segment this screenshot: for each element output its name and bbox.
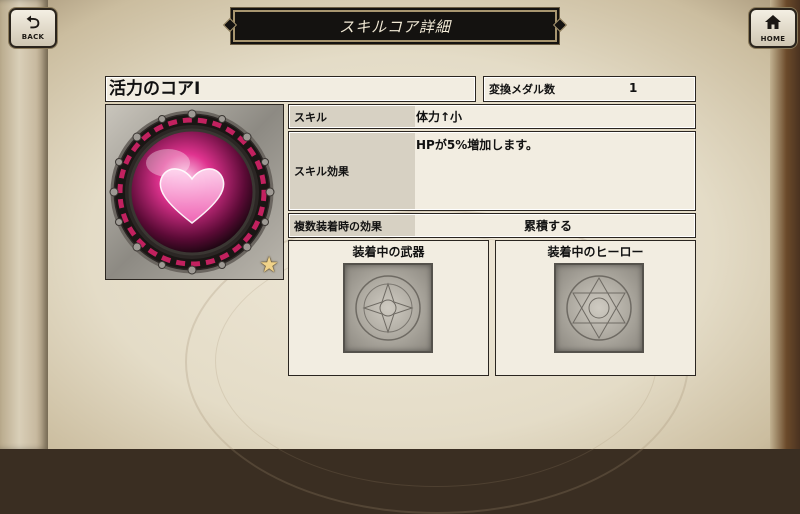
skill-row: スキル 体力↑小 bbox=[288, 104, 696, 129]
skill-label: スキル bbox=[290, 106, 415, 127]
star-icon: ★ bbox=[259, 253, 279, 278]
back-button[interactable]: ⮌ BACK bbox=[9, 8, 57, 48]
home-button[interactable]: HOME bbox=[749, 8, 797, 48]
equipped-hero-slot[interactable] bbox=[554, 263, 644, 353]
home-icon bbox=[764, 14, 782, 34]
multi-equip-value: 累積する bbox=[524, 219, 573, 233]
equipped-hero-panel: 装着中のヒーロー bbox=[495, 240, 696, 376]
skill-effect-value: HPが5%増加します。 bbox=[416, 138, 539, 152]
skill-effect-label: スキル効果 bbox=[290, 133, 415, 209]
equipped-weapon-slot[interactable] bbox=[343, 263, 433, 353]
equipped-weapon-panel: 装着中の武器 bbox=[288, 240, 489, 376]
equipped-hero-label: 装着中のヒーロー bbox=[547, 245, 644, 259]
medal-count-label: 変換メダル数 bbox=[489, 83, 555, 96]
core-icon-frame: ★ bbox=[105, 104, 284, 280]
multi-equip-label: 複数装着時の効果 bbox=[290, 215, 415, 236]
book-edge bbox=[770, 0, 800, 449]
back-label: BACK bbox=[21, 33, 45, 41]
heart-gem-icon bbox=[109, 109, 275, 275]
page-title: スキルコア詳細 bbox=[339, 17, 451, 36]
skill-value: 体力↑小 bbox=[416, 110, 463, 124]
empty-slot-icon bbox=[566, 275, 632, 341]
equipped-weapon-label: 装着中の武器 bbox=[352, 245, 425, 259]
core-name: 活力のコアⅠ bbox=[109, 79, 201, 99]
skill-effect-row: スキル効果 HPが5%増加します。 bbox=[288, 131, 696, 211]
page-title-bar: スキルコア詳細 bbox=[233, 10, 557, 42]
book-spine bbox=[0, 0, 48, 449]
core-name-box: 活力のコアⅠ bbox=[105, 76, 476, 102]
medal-count-value: 1 bbox=[629, 81, 638, 95]
medal-count-box: 変換メダル数 1 bbox=[483, 76, 696, 102]
home-label: HOME bbox=[760, 34, 786, 43]
back-arrow-icon: ⮌ bbox=[26, 13, 40, 33]
multi-equip-row: 複数装着時の効果 累積する bbox=[288, 213, 696, 238]
empty-slot-icon bbox=[355, 275, 421, 341]
